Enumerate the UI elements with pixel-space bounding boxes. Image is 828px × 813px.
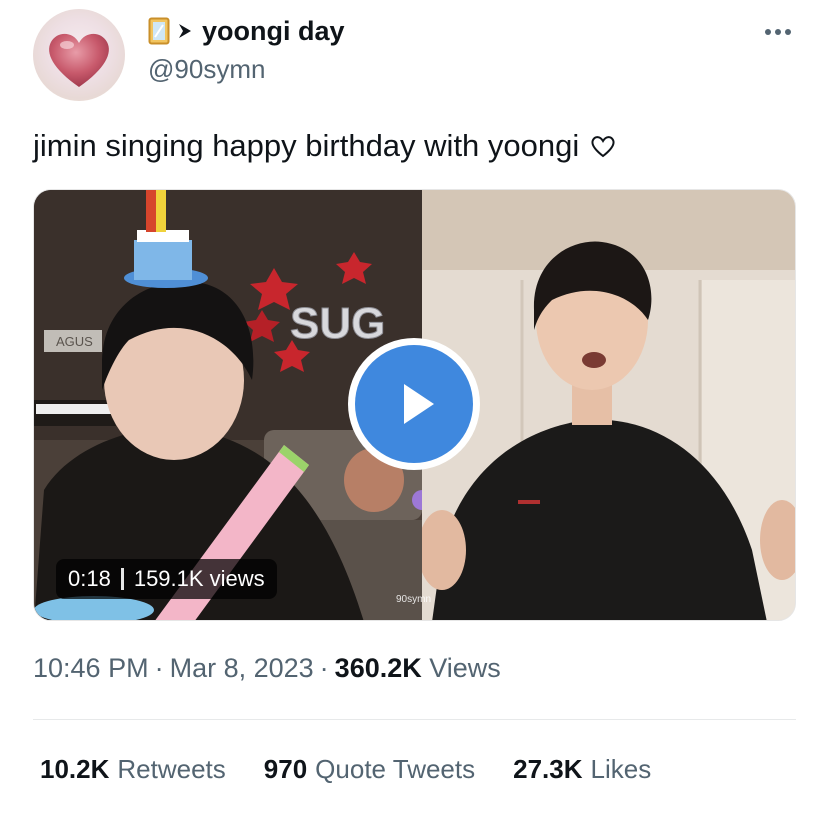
dot-icon <box>775 29 781 35</box>
retweets-label: Retweets <box>117 754 226 784</box>
tweet-date[interactable]: Mar 8, 2023 <box>170 653 314 684</box>
likes-stat[interactable]: 27.3K Likes <box>513 754 651 785</box>
mirror-emoji-icon <box>148 17 170 45</box>
retweets-count: 10.2K <box>40 754 110 784</box>
likes-label: Likes <box>590 754 652 784</box>
badge-divider <box>120 568 124 590</box>
video-duration: 0:18 <box>68 566 111 591</box>
play-button[interactable] <box>348 338 480 470</box>
tweet-text: jimin singing happy birthday with yoongi <box>33 128 617 164</box>
meta-separator: · <box>319 653 329 683</box>
quote-tweets-count: 970 <box>263 754 308 784</box>
wall-sign-text: AGUS <box>56 334 93 349</box>
views-label: Views <box>429 653 501 683</box>
video-watermark: 90symn <box>396 594 432 605</box>
avatar[interactable] <box>33 9 125 101</box>
video-player[interactable]: AGUS SUG 0:18 159.1K views 90symn <box>33 189 796 621</box>
video-view-count: 159.1K views <box>133 566 265 591</box>
divider <box>33 719 796 720</box>
dot-icon <box>785 29 791 35</box>
video-stats-badge: 0:18 159.1K views <box>56 559 277 599</box>
tweet-text-content: jimin singing happy birthday with yoongi <box>33 128 580 163</box>
tweet-meta: 10:46 PM · Mar 8, 2023 · 360.2K Views <box>33 653 501 684</box>
quote-tweets-stat[interactable]: 970 Quote Tweets <box>264 754 475 785</box>
likes-count: 27.3K <box>513 754 583 784</box>
white-heart-icon <box>591 136 615 158</box>
display-name[interactable]: yoongi day <box>202 16 345 47</box>
engagement-stats: 10.2K Retweets 970 Quote Tweets 27.3K Li… <box>40 754 689 785</box>
heart-avatar-icon <box>49 33 109 87</box>
play-icon <box>404 384 434 424</box>
views-count: 360.2K <box>334 653 422 683</box>
play-button-inner <box>355 345 473 463</box>
retweets-stat[interactable]: 10.2K Retweets <box>40 754 226 785</box>
more-options-button[interactable] <box>762 22 794 42</box>
tweet-time[interactable]: 10:46 PM <box>33 653 149 684</box>
meta-separator: · <box>154 653 164 683</box>
arrow-right-icon <box>179 24 191 38</box>
balloon-letters: SUG <box>290 299 385 348</box>
user-handle[interactable]: @90symn <box>148 54 265 85</box>
views-stat[interactable]: 360.2K Views <box>335 653 501 684</box>
dot-icon <box>765 29 771 35</box>
author-name-row[interactable]: yoongi day <box>148 14 345 48</box>
quote-tweets-label: Quote Tweets <box>315 754 476 784</box>
